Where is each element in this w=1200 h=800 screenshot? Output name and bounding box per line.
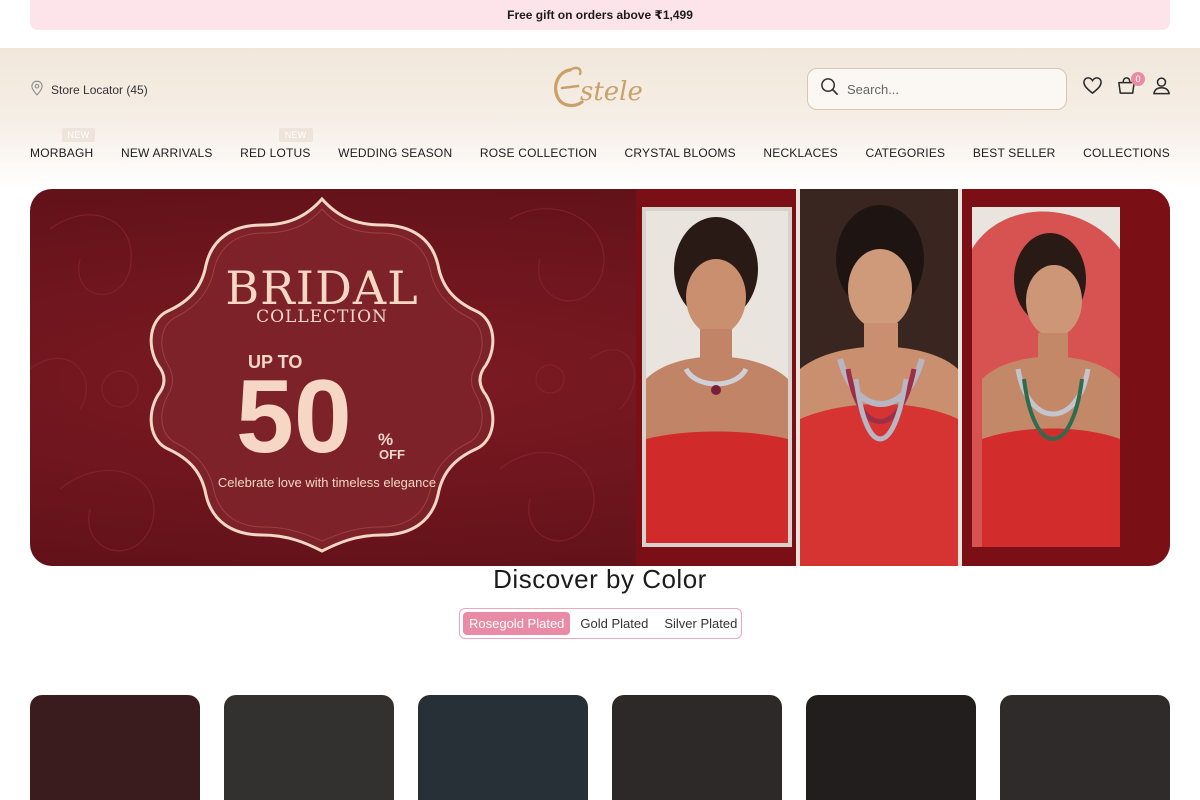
nav-item-rose-collection[interactable]: ROSE COLLECTION <box>480 146 597 160</box>
nav-label: MORBAGH <box>30 146 94 160</box>
brand-logo[interactable]: stele <box>548 62 652 114</box>
product-card[interactable] <box>30 695 200 800</box>
hero-tagline: Celebrate love with timeless elegance <box>217 475 437 490</box>
product-card[interactable] <box>224 695 394 800</box>
hero-subtitle: COLLECTION <box>256 307 388 327</box>
nav-label: CRYSTAL BLOOMS <box>624 146 736 160</box>
main-navigation: MORBAGH NEW NEW ARRIVALS RED LOTUS NEW W… <box>30 128 1170 164</box>
nav-item-new-arrivals[interactable]: NEW ARRIVALS <box>121 146 213 160</box>
search-box[interactable] <box>807 68 1067 110</box>
nav-item-morbagh[interactable]: MORBAGH NEW <box>30 128 96 160</box>
model-photo-1 <box>636 189 796 566</box>
nav-label: NEW ARRIVALS <box>120 146 213 160</box>
product-card[interactable] <box>612 695 782 800</box>
new-badge: NEW <box>278 128 313 142</box>
nav-label: COLLECTIONS <box>1083 146 1170 160</box>
product-card[interactable] <box>418 695 588 800</box>
nav-label: CATEGORIES <box>865 146 946 160</box>
store-locator-link[interactable]: Store Locator (45) <box>30 80 148 99</box>
nav-item-necklaces[interactable]: NECKLACES <box>763 146 838 160</box>
filter-gold-plated[interactable]: Gold Plated <box>574 612 654 635</box>
heart-icon <box>1082 75 1103 101</box>
search-input[interactable] <box>847 81 1047 97</box>
svg-text:stele: stele <box>580 77 643 107</box>
nav-label: ROSE COLLECTION <box>479 146 597 160</box>
section-title: Discover by Color <box>493 564 707 594</box>
filter-silver-plated[interactable]: Silver Plated <box>658 612 743 635</box>
cart-count-badge: 0 <box>1131 72 1145 86</box>
announcement-text: Free gift on orders above ₹1,499 <box>507 8 693 22</box>
site-header: Store Locator (45) stele 0 MORBAG <box>0 48 1200 188</box>
product-card[interactable] <box>1000 695 1170 800</box>
location-pin-icon <box>30 80 44 99</box>
announcement-bar: Free gift on orders above ₹1,499 <box>30 0 1170 30</box>
nav-item-best-seller[interactable]: BEST SELLER <box>973 146 1056 160</box>
new-badge: NEW <box>61 128 96 142</box>
model-photo-2 <box>796 189 962 566</box>
nav-label: RED LOTUS <box>240 146 311 160</box>
nav-item-collections[interactable]: COLLECTIONS <box>1083 146 1170 160</box>
filter-rosegold-plated[interactable]: Rosegold Plated <box>463 612 571 635</box>
discount-value: 50 <box>236 359 352 475</box>
percent-sign: % <box>378 430 394 449</box>
off-label: OFF <box>379 447 405 462</box>
cart-button[interactable]: 0 <box>1115 72 1145 99</box>
product-card-row <box>30 695 1170 800</box>
nav-item-red-lotus[interactable]: RED LOTUS NEW <box>240 128 313 160</box>
nav-item-wedding-season[interactable]: WEDDING SEASON <box>338 146 452 160</box>
wishlist-button[interactable] <box>1081 77 1103 99</box>
model-photo-3 <box>962 189 1170 566</box>
color-filter-toggle: Rosegold Plated Gold Plated Silver Plate… <box>459 608 742 639</box>
hero-banner[interactable]: BRIDAL COLLECTION UP TO 50 % OFF Celebra… <box>30 189 1170 566</box>
nav-label: NECKLACES <box>763 146 838 160</box>
search-icon <box>820 77 839 101</box>
account-button[interactable] <box>1150 77 1172 99</box>
nav-item-crystal-blooms[interactable]: CRYSTAL BLOOMS <box>625 146 736 160</box>
product-card[interactable] <box>806 695 976 800</box>
user-icon <box>1151 75 1172 101</box>
nav-label: WEDDING SEASON <box>338 146 453 160</box>
nav-label: BEST SELLER <box>972 146 1056 160</box>
nav-item-categories[interactable]: CATEGORIES <box>865 146 945 160</box>
store-locator-label: Store Locator (45) <box>51 82 148 97</box>
